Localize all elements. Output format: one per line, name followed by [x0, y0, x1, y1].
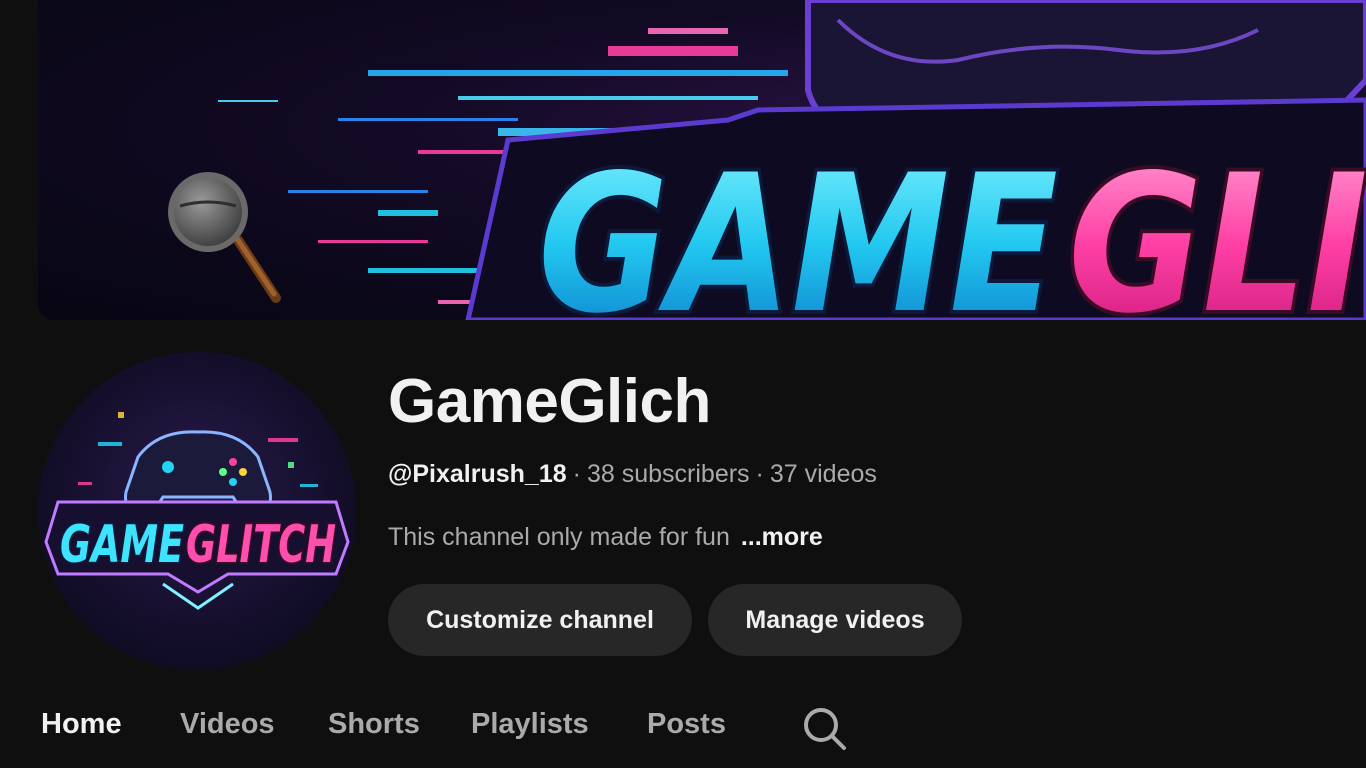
tab-home[interactable]: Home [41, 708, 122, 741]
subscriber-count: 38 subscribers [586, 460, 750, 488]
magnifier-icon [168, 172, 281, 303]
channel-meta: @Pixalrush_18 · 38 subscribers · 37 videos [388, 460, 877, 489]
channel-tabs: Home Videos Shorts Playlists Posts [0, 690, 1366, 768]
customize-channel-button[interactable]: Customize channel [388, 584, 692, 656]
svg-text:GAME: GAME [538, 134, 1058, 320]
banner-artwork: GAME GLI [168, 0, 1366, 320]
svg-text:GLI: GLI [1068, 134, 1366, 320]
channel-banner: GAME GLI [38, 0, 1366, 320]
tab-videos[interactable]: Videos [180, 708, 275, 741]
channel-description: This channel only made for fun ...more [388, 523, 823, 552]
description-text: This channel only made for fun [388, 523, 730, 551]
svg-text:GAME: GAME [60, 515, 184, 575]
avatar-logo: GAME GLITCH [44, 412, 350, 610]
video-count: 37 videos [769, 460, 877, 488]
tab-posts[interactable]: Posts [647, 708, 726, 741]
svg-text:GLITCH: GLITCH [186, 515, 336, 575]
controller-icon [124, 430, 272, 514]
tab-shorts[interactable]: Shorts [328, 708, 420, 741]
banner-wordmark: GAME GLI [534, 130, 1366, 320]
channel-handle: @Pixalrush_18 [388, 460, 567, 488]
manage-videos-button[interactable]: Manage videos [708, 584, 962, 656]
search-icon[interactable] [802, 706, 848, 752]
meta-separator: · [755, 460, 764, 488]
channel-title: GameGlich [388, 367, 711, 436]
tab-playlists[interactable]: Playlists [471, 708, 589, 741]
more-link[interactable]: ...more [741, 523, 823, 551]
channel-avatar[interactable]: GAME GLITCH [38, 352, 356, 670]
meta-separator: · [572, 460, 581, 488]
